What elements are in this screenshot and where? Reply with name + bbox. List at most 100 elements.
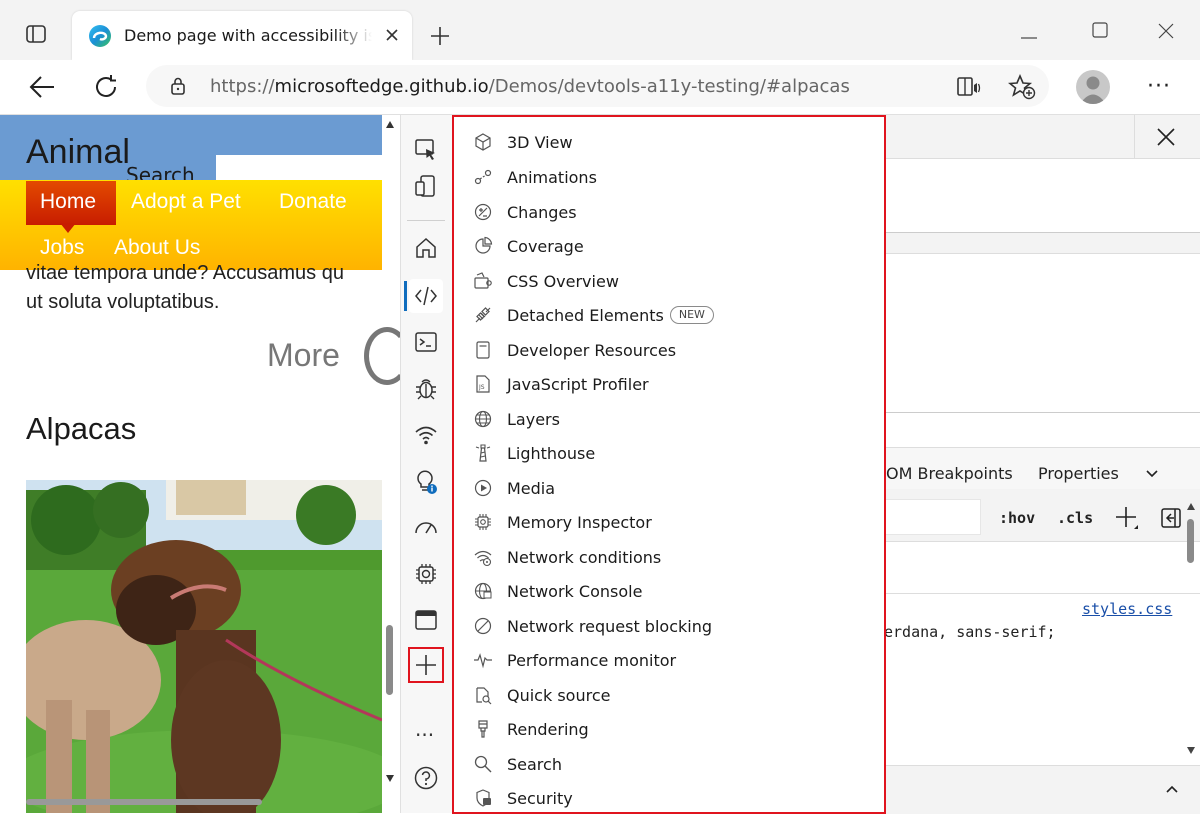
device-emulation-icon[interactable] — [409, 169, 443, 203]
styles-scrollbar[interactable] — [1182, 501, 1200, 761]
scrollbar-thumb[interactable] — [386, 625, 393, 695]
sources-bug-icon[interactable] — [409, 371, 443, 405]
refresh-icon[interactable] — [92, 73, 120, 105]
chevron-up-icon[interactable] — [1164, 782, 1180, 802]
search-icon — [472, 753, 494, 775]
splitter[interactable] — [884, 232, 1200, 254]
coverage-icon — [472, 235, 494, 257]
tab-actions-icon[interactable] — [24, 22, 48, 50]
menu-item-security[interactable]: Security — [472, 783, 872, 812]
lock-icon[interactable] — [168, 76, 188, 100]
css-declaration: erdana, sans-serif; — [884, 623, 1056, 641]
menu-item-network-conditions[interactable]: Network conditions — [472, 542, 872, 572]
drawer-bar — [884, 765, 1200, 814]
menu-item-search[interactable]: Search — [472, 749, 872, 779]
scroll-up-icon[interactable] — [386, 121, 394, 128]
maximize-icon[interactable] — [1092, 22, 1108, 42]
new-badge: NEW — [669, 306, 714, 324]
page-scrollbar[interactable] — [382, 117, 398, 787]
menu-item-css-overview[interactable]: CSS Overview — [472, 266, 872, 296]
scroll-up-icon[interactable] — [1187, 503, 1195, 510]
filter-input[interactable] — [884, 499, 981, 535]
menu-item-performance-monitor[interactable]: Performance monitor — [472, 645, 872, 675]
application-icon[interactable] — [409, 603, 443, 637]
more-link[interactable]: More — [267, 337, 340, 374]
new-tab-icon[interactable] — [428, 24, 452, 52]
issues-bulb-icon[interactable] — [409, 465, 443, 499]
menu-item-network-console[interactable]: Network Console — [472, 576, 872, 606]
console-icon[interactable] — [409, 325, 443, 359]
profile-avatar[interactable] — [1076, 70, 1110, 104]
nav-home[interactable]: Home — [40, 190, 96, 214]
performance-gauge-icon[interactable] — [409, 511, 443, 545]
menu-item-quick-source[interactable]: Quick source — [472, 680, 872, 710]
menu-item-layers[interactable]: Layers — [472, 404, 872, 434]
body-text-line: vitae tempora unde? Accusamus qu — [26, 262, 344, 284]
new-style-rule-icon[interactable] — [1114, 505, 1140, 535]
nav-jobs[interactable]: Jobs — [40, 236, 84, 260]
menu-item-memory-inspector[interactable]: Memory Inspector — [472, 507, 872, 537]
scroll-down-icon[interactable] — [1187, 747, 1195, 754]
nav-donate[interactable]: Donate — [279, 190, 347, 214]
close-devtools-icon[interactable] — [1156, 127, 1176, 151]
nav-adopt[interactable]: Adopt a Pet — [131, 190, 241, 214]
devtools-activity-bar: ··· — [400, 115, 454, 813]
minimize-icon[interactable] — [1020, 28, 1038, 47]
menu-item-network-request-blocking[interactable]: Network request blocking — [472, 611, 872, 641]
chevron-down-icon[interactable] — [1144, 465, 1160, 485]
tab-dom-breakpoints[interactable]: OM Breakpoints — [886, 464, 1013, 483]
help-icon[interactable] — [409, 761, 443, 795]
favorite-add-icon[interactable] — [1007, 73, 1036, 104]
menu-item-lighthouse[interactable]: Lighthouse — [472, 438, 872, 468]
rendering-icon — [472, 718, 494, 740]
menu-item-coverage[interactable]: Coverage — [472, 231, 872, 261]
nav-pointer — [60, 223, 76, 233]
horizontal-scrollbar[interactable] — [26, 799, 262, 805]
close-window-icon[interactable] — [1157, 22, 1175, 44]
quick-source-icon — [472, 684, 494, 706]
toggle-sidebar-icon[interactable] — [1160, 507, 1182, 533]
alpaca-photo — [26, 480, 382, 813]
menu-item-developer-resources[interactable]: Developer Resources — [472, 335, 872, 365]
divider — [1134, 115, 1135, 158]
tab-properties[interactable]: Properties — [1038, 464, 1119, 483]
welcome-home-icon[interactable] — [409, 231, 443, 265]
close-tab-icon[interactable] — [382, 25, 402, 49]
browser-tab[interactable]: Demo page with accessibility issues — [72, 11, 412, 60]
menu-item-detached-elements[interactable]: Detached Elements NEW — [472, 300, 872, 330]
devtools-panel: OM Breakpoints Properties :hov .cls styl… — [884, 115, 1200, 814]
memory-chip-icon[interactable] — [409, 557, 443, 591]
devtools-tabbar — [884, 115, 1200, 159]
menu-item-javascript-profiler[interactable]: JS JavaScript Profiler — [472, 369, 872, 399]
request-blocking-icon — [472, 615, 494, 637]
menu-item-3d-view[interactable]: 3D View — [472, 127, 872, 157]
network-wifi-icon[interactable] — [409, 418, 443, 452]
detached-elements-icon — [472, 304, 494, 326]
changes-icon — [472, 201, 494, 223]
title-bar: Demo page with accessibility issues — [0, 0, 1200, 61]
cube-icon — [472, 131, 494, 153]
back-icon[interactable] — [28, 74, 56, 104]
divider — [884, 593, 1200, 594]
menu-item-rendering[interactable]: Rendering — [472, 714, 872, 744]
more-tools-plus-icon[interactable] — [408, 647, 444, 683]
page-viewport: Animal Search Home Adopt a Pet Donate Jo… — [0, 115, 400, 813]
scrollbar-thumb[interactable] — [1187, 519, 1194, 563]
inspect-icon[interactable] — [409, 133, 443, 167]
hov-toggle[interactable]: :hov — [999, 509, 1035, 527]
elements-icon[interactable] — [409, 279, 443, 313]
animations-icon — [472, 166, 494, 188]
stylesheet-link[interactable]: styles.css — [1082, 600, 1172, 618]
menu-item-animations[interactable]: Animations — [472, 162, 872, 192]
menu-item-changes[interactable]: Changes — [472, 197, 872, 227]
more-options-icon[interactable]: ··· — [415, 723, 434, 747]
more-menu-icon[interactable]: ··· — [1147, 74, 1171, 99]
svg-text:JS: JS — [478, 384, 485, 391]
cls-toggle[interactable]: .cls — [1057, 509, 1093, 527]
read-aloud-icon[interactable] — [956, 75, 982, 103]
scroll-down-icon[interactable] — [386, 775, 394, 782]
nav-about[interactable]: About Us — [114, 236, 200, 260]
address-bar[interactable]: https://microsoftedge.github.io/Demos/de… — [146, 65, 1049, 107]
menu-item-media[interactable]: Media — [472, 473, 872, 503]
url-text: https://microsoftedge.github.io/Demos/de… — [210, 76, 850, 97]
